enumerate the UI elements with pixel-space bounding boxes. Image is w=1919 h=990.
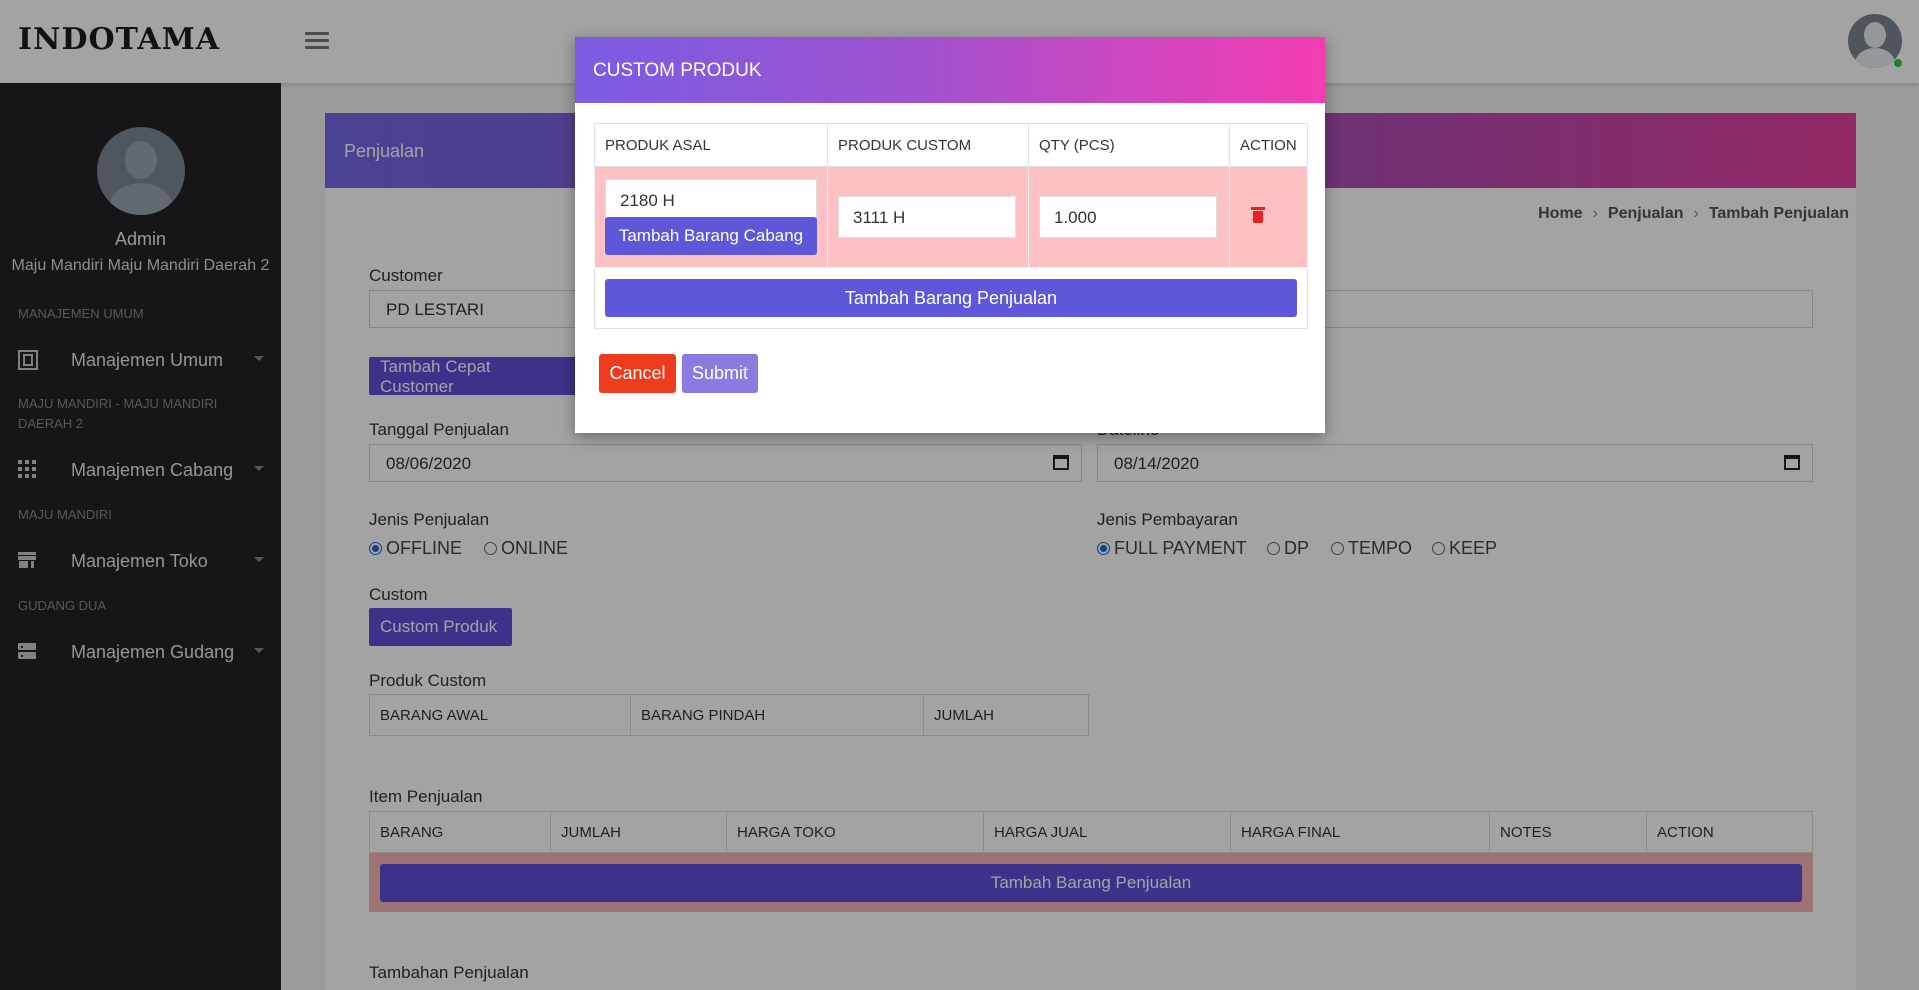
trash-icon[interactable] xyxy=(1251,207,1265,223)
cancel-button[interactable]: Cancel xyxy=(599,354,676,393)
produk-asal-input[interactable]: 2180 H xyxy=(605,179,817,221)
produk-asal-cell: 2180 H Tambah Barang Cabang xyxy=(594,166,828,268)
column-header: ACTION xyxy=(1229,123,1308,167)
qty-input[interactable]: 1.000 xyxy=(1039,196,1217,238)
column-header: PRODUK ASAL xyxy=(594,123,828,167)
table-row: Tambah Barang Penjualan xyxy=(594,267,1308,329)
column-header: QTY (PCS) xyxy=(1028,123,1230,167)
custom-produk-modal: CUSTOM PRODUK PRODUK ASAL PRODUK CUSTOM … xyxy=(575,37,1325,433)
table-row: 2180 H Tambah Barang Cabang 3111 H 1.000 xyxy=(594,166,1308,268)
produk-custom-cell: 3111 H xyxy=(827,166,1029,268)
modal-title: CUSTOM PRODUK xyxy=(575,37,1325,103)
custom-produk-table: PRODUK ASAL PRODUK CUSTOM QTY (PCS) ACTI… xyxy=(594,123,1308,329)
action-cell xyxy=(1229,166,1308,268)
tambah-barang-cabang-button[interactable]: Tambah Barang Cabang xyxy=(605,217,817,255)
table-header-row: PRODUK ASAL PRODUK CUSTOM QTY (PCS) ACTI… xyxy=(594,123,1308,167)
add-row-cell: Tambah Barang Penjualan xyxy=(594,267,1308,329)
qty-cell: 1.000 xyxy=(1028,166,1230,268)
submit-button[interactable]: Submit xyxy=(682,354,758,393)
column-header: PRODUK CUSTOM xyxy=(827,123,1029,167)
modal-add-barang-button[interactable]: Tambah Barang Penjualan xyxy=(605,279,1297,317)
produk-custom-input[interactable]: 3111 H xyxy=(838,196,1016,238)
